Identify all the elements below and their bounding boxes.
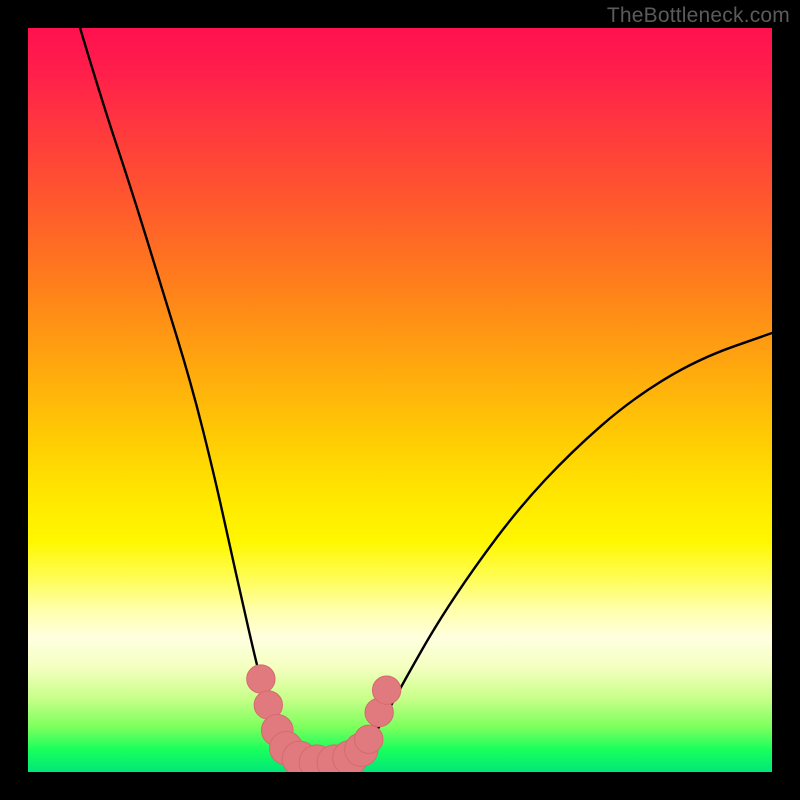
chart-frame: TheBottleneck.com (0, 0, 800, 800)
plot-area (28, 28, 772, 772)
bottleneck-curve (80, 28, 772, 763)
data-marker (372, 676, 400, 704)
data-marker (247, 665, 275, 693)
curve-layer (28, 28, 772, 772)
watermark-text: TheBottleneck.com (607, 4, 790, 28)
marker-group (247, 665, 401, 772)
data-marker (355, 725, 383, 753)
